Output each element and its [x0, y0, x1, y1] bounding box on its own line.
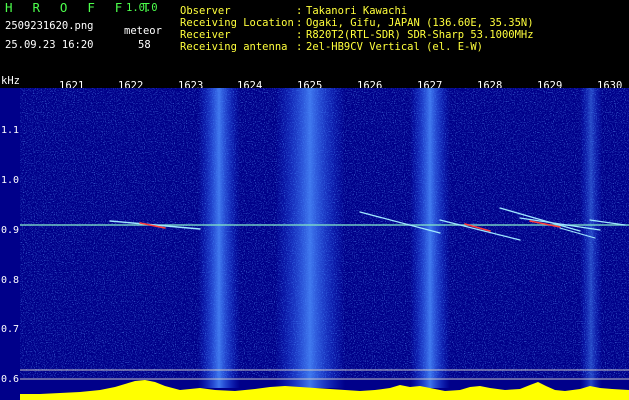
info-key-observer: Observer: [180, 5, 231, 17]
meteor-label: meteor: [124, 25, 162, 37]
app-version: 1.0.0: [126, 2, 158, 14]
header: H R O F F T 1.0.0 2509231620.png 25.09.2…: [0, 0, 629, 72]
noise-band: [198, 88, 240, 388]
info-sep: :: [296, 5, 303, 17]
info-value-antenna: 2el-HB9CV Vertical (el. E-W): [306, 41, 484, 53]
y-tick-label: 0.9: [1, 225, 19, 236]
info-sep: :: [296, 41, 303, 53]
y-axis-unit: kHz: [1, 75, 20, 87]
y-tick-label: 1.1: [1, 125, 19, 136]
info-key-location: Receiving Location: [180, 17, 294, 29]
noise-band: [580, 88, 602, 388]
info-sep: :: [296, 29, 303, 41]
spectrogram: 1.1 1.0 0.9 0.8 0.7 0.6: [0, 88, 629, 400]
info-key-receiver: Receiver: [180, 29, 231, 41]
file-datetime: 25.09.23 16:20: [5, 39, 94, 51]
info-value-location: Ogaki, Gifu, JAPAN (136.60E, 35.35N): [306, 17, 534, 29]
info-key-antenna: Receiving antenna: [180, 41, 288, 53]
y-tick-label: 0.8: [1, 275, 19, 286]
y-tick-label: 0.6: [1, 374, 19, 385]
noise-band: [275, 88, 345, 388]
y-tick-label: 1.0: [1, 175, 19, 186]
y-tick-label: 0.7: [1, 324, 19, 335]
info-sep: :: [296, 17, 303, 29]
meteor-count: 58: [138, 39, 151, 51]
info-value-observer: Takanori Kawachi: [306, 5, 408, 17]
file-name: 2509231620.png: [5, 20, 94, 32]
info-value-receiver: R820T2(RTL-SDR) SDR-Sharp 53.1000MHz: [306, 29, 534, 41]
noise-band: [410, 88, 450, 388]
